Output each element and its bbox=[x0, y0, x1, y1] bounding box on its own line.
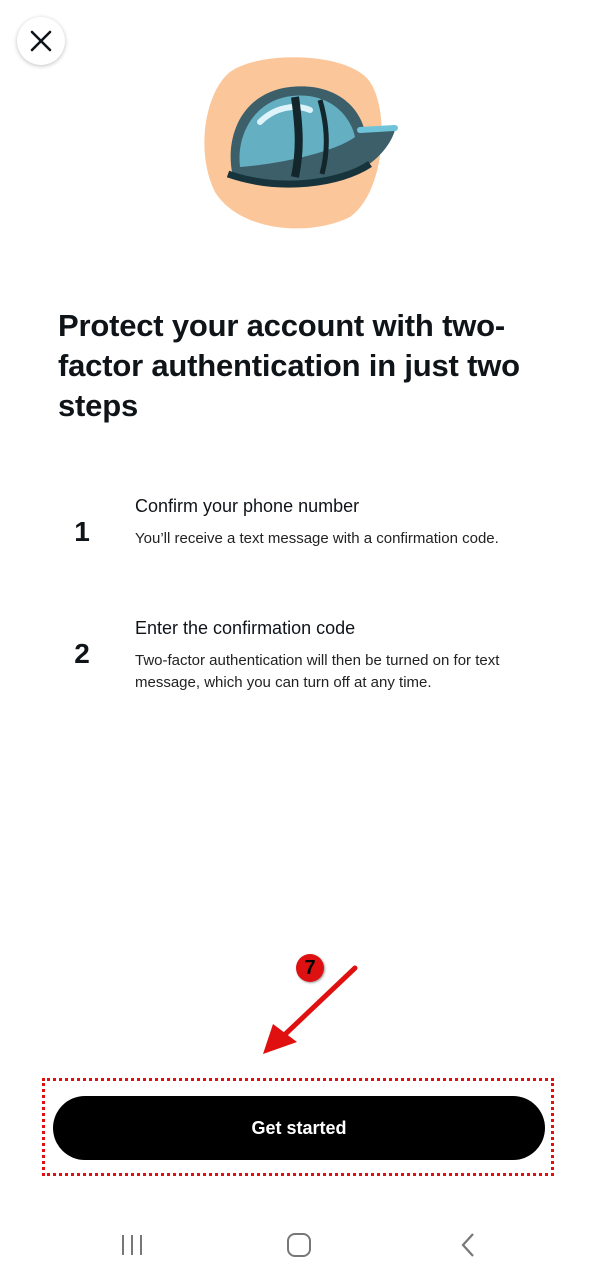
hard-hat-illustration bbox=[204, 57, 398, 229]
back-icon bbox=[461, 1233, 474, 1257]
close-icon bbox=[30, 30, 52, 52]
home-icon bbox=[287, 1233, 311, 1257]
system-navigation-bar bbox=[0, 1205, 598, 1280]
step-number: 1 bbox=[74, 516, 90, 547]
get-started-button[interactable]: Get started bbox=[53, 1096, 545, 1160]
recents-icon bbox=[122, 1235, 142, 1255]
step-number: 2 bbox=[74, 638, 90, 669]
home-button[interactable] bbox=[269, 1225, 329, 1265]
page-title: Protect your account with two-factor aut… bbox=[58, 308, 520, 423]
annotation-marker: 7 bbox=[296, 954, 324, 982]
recents-button[interactable] bbox=[102, 1225, 162, 1265]
step-description: Two-factor authentication will then be t… bbox=[135, 652, 500, 691]
step-description: You’ll receive a text message with a con… bbox=[135, 530, 499, 547]
back-button[interactable] bbox=[438, 1225, 498, 1265]
step-title: Confirm your phone number bbox=[135, 496, 360, 516]
step-title: Enter the confirmation code bbox=[135, 618, 356, 638]
close-button[interactable] bbox=[17, 17, 65, 65]
